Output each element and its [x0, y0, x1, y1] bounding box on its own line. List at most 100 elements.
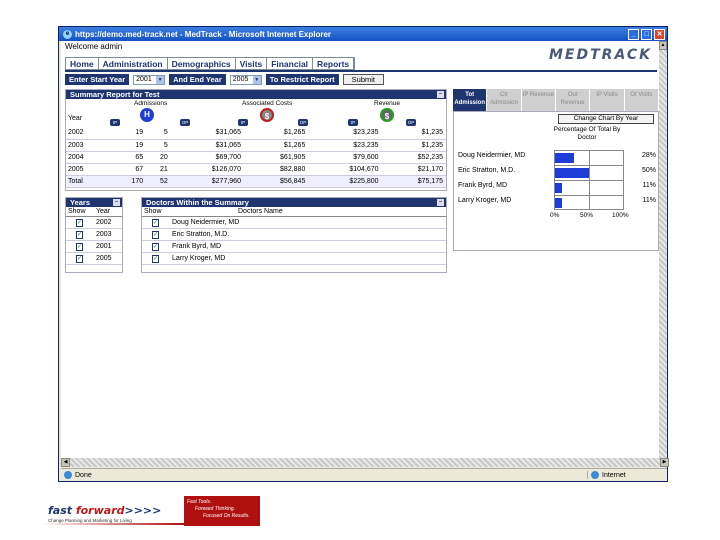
start-year-label: Enter Start Year	[65, 74, 130, 85]
bar-label-row: Frank Byrd, MD 11%	[454, 180, 659, 194]
end-year-label: And End Year	[169, 74, 226, 85]
table-cell: 2004	[66, 151, 113, 164]
start-year-value: 2001	[136, 76, 152, 83]
title-bar: e https://demo.med-track.net - MedTrack …	[59, 27, 667, 41]
doctor-name: Larry Kroger, MD	[172, 255, 226, 262]
end-year-value: 2005	[232, 76, 249, 83]
x-tick-label: 100%	[612, 212, 629, 219]
chart-tab[interactable]: IP Visits	[590, 89, 625, 111]
summary-icon-row: Admissions Associated Costs Revenue H $ …	[66, 99, 446, 127]
nav-administration[interactable]: Administration	[99, 58, 168, 69]
web-page: Welcome admin MEDTRACK Home Administrati…	[61, 41, 659, 458]
show-checkbox[interactable]: ✓	[76, 255, 84, 263]
minimize-icon[interactable]: –	[113, 199, 120, 206]
year-filter: Enter Start Year 2001 ▼ And End Year 2005…	[65, 74, 657, 85]
fast-forward-logo: fast forward>>>>	[48, 504, 161, 517]
doctors-panel-header: Doctors Within the Summary –	[142, 198, 446, 207]
maximize-button[interactable]: □	[641, 28, 652, 40]
show-checkbox[interactable]: ✓	[76, 219, 84, 227]
total-cell: $225,800	[308, 175, 382, 188]
show-checkbox[interactable]: ✓	[76, 243, 84, 251]
slogan-line: Focused On Results.	[203, 513, 250, 519]
show-checkbox[interactable]: ✓	[152, 255, 160, 263]
table-cell: 20	[146, 151, 171, 164]
table-row: 2004 65 20 $69,700 $61,905 $79,600 $52,235	[66, 151, 446, 164]
category-label: Frank Byrd, MD	[458, 182, 508, 189]
sort-icon[interactable]: OP	[180, 119, 190, 126]
hospital-icon: H	[140, 108, 154, 122]
doctor-name: Doug Neidermier, MD	[172, 219, 240, 226]
scroll-left-icon[interactable]: ◀	[61, 458, 70, 467]
vertical-scrollbar[interactable]: ▲	[659, 41, 667, 458]
scroll-up-icon[interactable]: ▲	[659, 41, 667, 50]
table-cell: 5	[146, 127, 171, 140]
chart-tab[interactable]: Out Revenue	[555, 89, 591, 111]
show-checkbox[interactable]: ✓	[152, 231, 160, 239]
show-checkbox[interactable]: ✓	[76, 231, 84, 239]
chart-tab[interactable]: Tot Admission	[453, 89, 488, 111]
category-label: Eric Stratton, M.D.	[458, 167, 516, 174]
sort-icon[interactable]: IP	[110, 119, 120, 126]
end-year-select[interactable]: 2005 ▼	[229, 74, 262, 85]
x-tick-label: 0%	[550, 212, 560, 219]
show-checkbox[interactable]: ✓	[152, 219, 160, 227]
sort-icon[interactable]: IP	[238, 119, 248, 126]
logo-forward: forward	[75, 504, 125, 517]
chart-tab[interactable]: IP Revenue	[521, 89, 556, 111]
doctor-name-col-label: Doctors Name	[238, 208, 283, 215]
show-checkbox[interactable]: ✓	[152, 243, 160, 251]
nav-reports[interactable]: Reports	[313, 58, 355, 69]
data-label: 11%	[642, 197, 657, 204]
slogan-line: Forward Thinking.	[195, 506, 236, 512]
summary-panel: Summary Report for Test – Admissions Ass…	[65, 89, 447, 191]
sort-icon[interactable]: OP	[406, 119, 416, 126]
nav-demographics[interactable]: Demographics	[168, 58, 236, 69]
total-cell: 52	[146, 175, 171, 188]
submit-button[interactable]: Submit	[342, 74, 384, 85]
ie-icon: e	[63, 29, 72, 39]
table-cell: $61,905	[243, 151, 309, 164]
list-item: ✓ Larry Kroger, MD	[142, 253, 446, 265]
chart-tab[interactable]: Ctr Admission	[487, 89, 522, 111]
minimize-icon[interactable]: –	[437, 91, 444, 98]
slogan-line: Fast Tools.	[187, 499, 212, 505]
table-cell: $31,065	[170, 127, 244, 140]
nav-visits[interactable]: Visits	[236, 58, 268, 69]
horizontal-scrollbar[interactable]: ◀ ▶	[61, 458, 669, 467]
medtrack-logo: MEDTRACK	[549, 47, 652, 63]
table-cell: $31,065	[170, 139, 244, 152]
change-chart-button[interactable]: Change Chart By Year	[558, 114, 654, 124]
list-item: ✓ 2005	[66, 253, 122, 265]
years-title: Years	[70, 198, 91, 207]
page-icon	[64, 471, 72, 479]
footer-banner: fast forward>>>> Change Planning and Mar…	[40, 496, 260, 526]
total-cell: $75,175	[381, 175, 446, 188]
table-row: 2005 67 21 $126,070 $82,880 $104,670 $21,170	[66, 163, 446, 176]
chart-title: Percentage Of Total By Doctor	[553, 126, 621, 141]
nav-home[interactable]: Home	[66, 58, 99, 69]
sort-icon[interactable]: IP	[348, 119, 358, 126]
cost-icon: $	[260, 108, 274, 122]
zone-text: Internet	[602, 471, 626, 479]
doctor-name: Eric Stratton, M.D.	[172, 231, 230, 238]
status-bar: Done Internet	[61, 468, 667, 481]
list-item: ✓ 2002	[66, 217, 122, 229]
nav-divider	[65, 70, 657, 72]
scroll-right-icon[interactable]: ▶	[660, 458, 669, 467]
minimize-icon[interactable]: –	[437, 199, 444, 206]
total-cell: $56,845	[243, 175, 309, 188]
chart-tab[interactable]: Ot Visits	[624, 89, 659, 111]
chart-body: Change Chart By Year Percentage Of Total…	[453, 111, 659, 251]
sort-icon[interactable]: OP	[298, 119, 308, 126]
table-cell: $23,235	[308, 127, 382, 140]
table-cell: $1,235	[381, 127, 446, 140]
doctors-panel: Doctors Within the Summary – Show Doctor…	[141, 197, 447, 273]
nav-financial[interactable]: Financial	[267, 58, 314, 69]
x-tick-label: 50%	[580, 212, 594, 219]
start-year-select[interactable]: 2001 ▼	[133, 74, 166, 85]
summary-title: Summary Report for Test	[70, 90, 160, 99]
doctors-title: Doctors Within the Summary	[146, 198, 249, 207]
close-button[interactable]: ✕	[654, 28, 665, 40]
table-cell: 2003	[66, 139, 113, 152]
minimize-button[interactable]: _	[628, 28, 639, 40]
